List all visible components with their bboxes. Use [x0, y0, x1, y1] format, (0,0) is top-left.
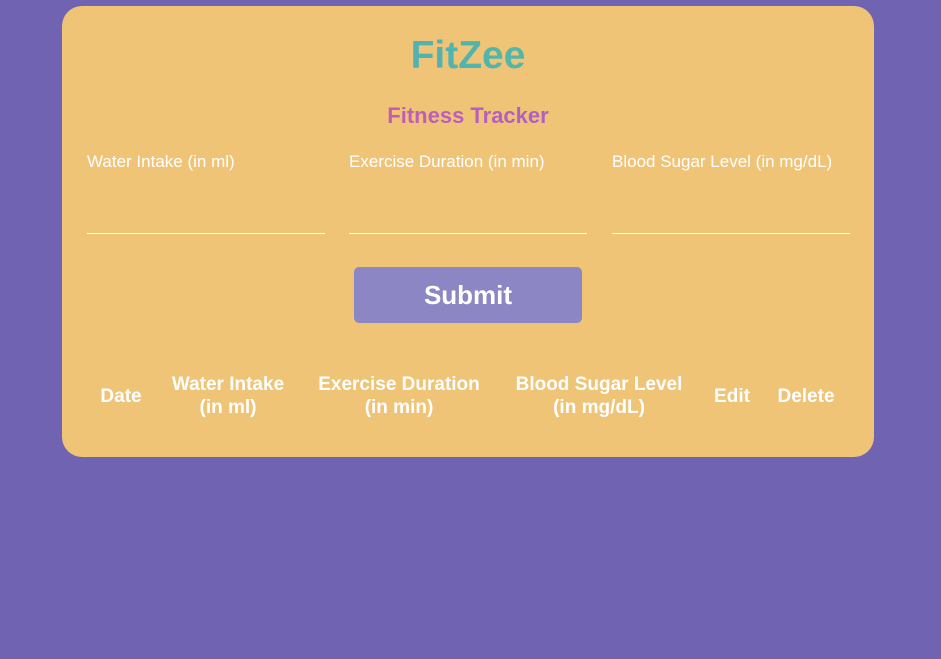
blood-sugar-label: Blood Sugar Level (in mg/dL) — [612, 152, 833, 171]
exercise-duration-input[interactable] — [349, 192, 587, 234]
exercise-duration-field: Exercise Duration (in min) — [349, 152, 587, 234]
water-intake-label: Water Intake (in ml) — [87, 152, 235, 171]
table-header-row: Date Water Intake (in ml) Exercise Durat… — [86, 372, 850, 420]
header-exercise-duration: Exercise Duration (in min) — [318, 374, 480, 418]
header-date: Date — [100, 385, 142, 407]
header-edit: Edit — [714, 385, 750, 407]
app-title: FitZee — [62, 36, 874, 76]
exercise-duration-label: Exercise Duration (in min) — [349, 152, 545, 171]
water-intake-input[interactable] — [87, 192, 325, 234]
header-delete: Delete — [777, 385, 835, 407]
header-blood-sugar-level: Blood Sugar Level (in mg/dL) — [515, 374, 683, 418]
water-intake-field: Water Intake (in ml) — [87, 152, 325, 234]
app-subtitle: Fitness Tracker — [62, 104, 874, 128]
submit-button[interactable]: Submit — [354, 267, 582, 323]
blood-sugar-field: Blood Sugar Level (in mg/dL) — [612, 152, 850, 234]
blood-sugar-input[interactable] — [612, 192, 850, 234]
tracker-card: FitZee Fitness Tracker Water Intake (in … — [62, 6, 874, 457]
header-water-intake: Water Intake (in ml) — [171, 374, 285, 418]
